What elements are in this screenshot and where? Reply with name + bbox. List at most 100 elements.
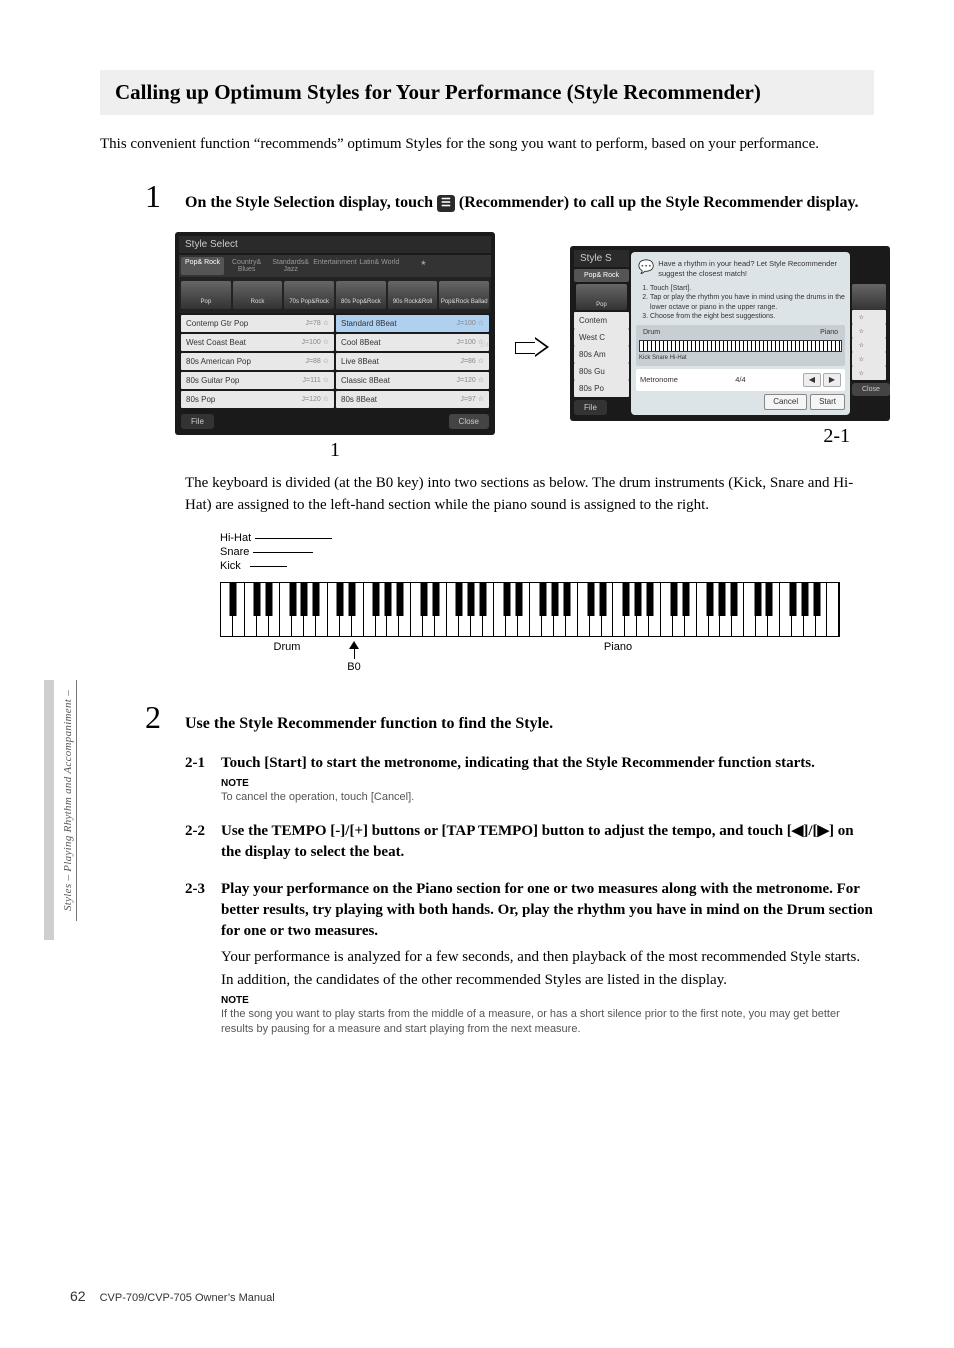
arrow-icon: [515, 337, 550, 357]
list-item: Contem: [574, 312, 629, 329]
black-key: [730, 583, 737, 616]
snare-label: Snare: [220, 545, 249, 559]
popup-piano-label: Piano: [820, 328, 838, 337]
black-key: [253, 583, 260, 616]
intro-paragraph: This convenient function “recommends” op…: [100, 133, 874, 156]
screen-2-tab: Pop& Rock: [574, 269, 629, 282]
black-key: [468, 583, 475, 616]
keyboard-diagram: Hi-Hat Snare Kick Drum B0 Piano: [220, 531, 874, 673]
popup-title-row: 💬 Have a rhythm in your head? Let Style …: [636, 257, 845, 281]
kb-drum-labels: Hi-Hat Snare Kick: [220, 531, 874, 574]
black-key: [504, 583, 511, 616]
page-number: 62: [70, 1288, 86, 1304]
note-label: NOTE: [221, 778, 874, 789]
screen-2-close: Close: [852, 383, 890, 396]
list-item: Classic 8BeatJ=120 ☆: [336, 372, 489, 389]
black-key: [647, 583, 654, 616]
list-item: 80s PopJ=120 ☆: [181, 391, 334, 408]
list-item: West Coast BeatJ=100 ☆: [181, 334, 334, 351]
screen-1-style-list: Contemp Gtr PopJ=78 ☆Standard 8BeatJ=100…: [179, 313, 491, 410]
black-key: [766, 583, 773, 616]
step-1-number: 1: [145, 178, 165, 215]
file-button: File: [181, 414, 214, 429]
recommender-popup: 💬 Have a rhythm in your head? Let Style …: [631, 252, 850, 415]
side-tab-text: Styles – Playing Rhythm and Accompanimen…: [60, 680, 77, 921]
popup-step-1: Touch [Start].: [650, 284, 845, 293]
screen-1-categories: Pop Rock 70s Pop&Rock 80s Pop&Rock 90s R…: [179, 277, 491, 313]
black-key: [432, 583, 439, 616]
note-2-3-text: If the song you want to play starts from…: [221, 1007, 874, 1037]
section-title-bar: Calling up Optimum Styles for Your Perfo…: [100, 70, 874, 115]
black-key: [301, 583, 308, 616]
sub-2-3-heading: Play your performance on the Piano secti…: [221, 879, 874, 942]
list-item: ☆: [852, 352, 886, 366]
sub-2-1-heading: Touch [Start] to start the metronome, in…: [221, 753, 874, 774]
black-key: [384, 583, 391, 616]
tab-latin: Latin& World: [358, 257, 401, 275]
tab-entertainment: Entertainment: [313, 257, 357, 275]
screen-1-callout: 1: [175, 439, 495, 462]
black-key: [456, 583, 463, 616]
sub-2-3-head: 2-3 Play your performance on the Piano s…: [185, 879, 874, 942]
list-item: Contemp Gtr PopJ=78 ☆: [181, 315, 334, 332]
list-item: 80s Gu: [574, 363, 629, 380]
screen-1-title: Style Select: [185, 239, 238, 250]
drum-section-label: Drum: [220, 641, 354, 653]
white-key: [827, 583, 839, 636]
black-key: [814, 583, 821, 616]
sub-2-3-num: 2-3: [185, 879, 211, 942]
cat-80s: 80s Pop&Rock: [336, 281, 386, 309]
cat-90s: 90s Rock&Roll: [388, 281, 438, 309]
black-key: [706, 583, 713, 616]
screen-1-wrapper: Style Select Pop& Rock Country& Blues St…: [175, 232, 495, 462]
black-key: [599, 583, 606, 616]
list-item: Cool 8BeatJ=100 ☆: [336, 334, 489, 351]
step-1-heading: On the Style Selection display, touch ☰ …: [185, 192, 874, 214]
substep-2-3: 2-3 Play your performance on the Piano s…: [185, 879, 874, 1037]
screen-2-callout: 2-1: [570, 425, 890, 448]
note-label: NOTE: [221, 995, 874, 1006]
list-item: Standard 8BeatJ=100 ☆: [336, 315, 489, 332]
screen-2-cat: Pop: [576, 284, 627, 310]
metro-prev-icon: ◀: [803, 373, 821, 387]
step-1-body: On the Style Selection display, touch ☰ …: [185, 192, 874, 220]
list-item: ☆: [852, 324, 886, 338]
screen-1-header: Style Select: [179, 236, 491, 253]
kick-label: Kick: [220, 559, 246, 573]
black-key: [539, 583, 546, 616]
black-key: [337, 583, 344, 616]
list-item: West C: [574, 329, 629, 346]
black-key: [802, 583, 809, 616]
screen-1: Style Select Pop& Rock Country& Blues St…: [175, 232, 495, 435]
tab-pop-rock: Pop& Rock: [181, 257, 224, 275]
hihat-label: Hi-Hat: [220, 531, 251, 545]
screen-2-header: Style S: [574, 250, 629, 267]
screen-2-cat-right: [852, 284, 886, 310]
step-1-heading-a: On the Style Selection display, touch: [185, 194, 437, 211]
black-key: [551, 583, 558, 616]
cat-70s: 70s Pop&Rock: [284, 281, 334, 309]
black-key: [754, 583, 761, 616]
black-key: [623, 583, 630, 616]
substep-2-1: 2-1 Touch [Start] to start the metronome…: [185, 753, 874, 805]
list-item: 80s Am: [574, 346, 629, 363]
substep-2-2: 2-2 Use the TEMPO [-]/[+] buttons or [TA…: [185, 821, 874, 863]
popup-step-3: Choose from the eight best suggestions.: [650, 312, 845, 321]
black-key: [790, 583, 797, 616]
close-button: Close: [449, 414, 489, 429]
list-item: 80s Guitar PopJ=111 ☆: [181, 372, 334, 389]
step-1-heading-b: (Recommender) to call up the Style Recom…: [459, 194, 859, 211]
sub-2-2-head: 2-2 Use the TEMPO [-]/[+] buttons or [TA…: [185, 821, 874, 863]
popup-drum-label: Drum: [643, 328, 660, 337]
metro-buttons: ◀ ▶: [803, 373, 841, 387]
sub-2-1-head: 2-1 Touch [Start] to start the metronome…: [185, 753, 874, 774]
metro-next-icon: ▶: [823, 373, 841, 387]
sub-2-2-num: 2-2: [185, 821, 211, 863]
style-screens-row: Style Select Pop& Rock Country& Blues St…: [175, 232, 874, 462]
kb-bottom-labels: Drum B0 Piano: [220, 641, 874, 673]
list-item: 80s 8BeatJ=97 ☆: [336, 391, 489, 408]
cat-pop: Pop: [181, 281, 231, 309]
popup-steps-list: Touch [Start]. Tap or play the rhythm yo…: [636, 284, 845, 320]
black-key: [587, 583, 594, 616]
popup-step-2: Tap or play the rhythm you have in mind …: [650, 293, 845, 311]
